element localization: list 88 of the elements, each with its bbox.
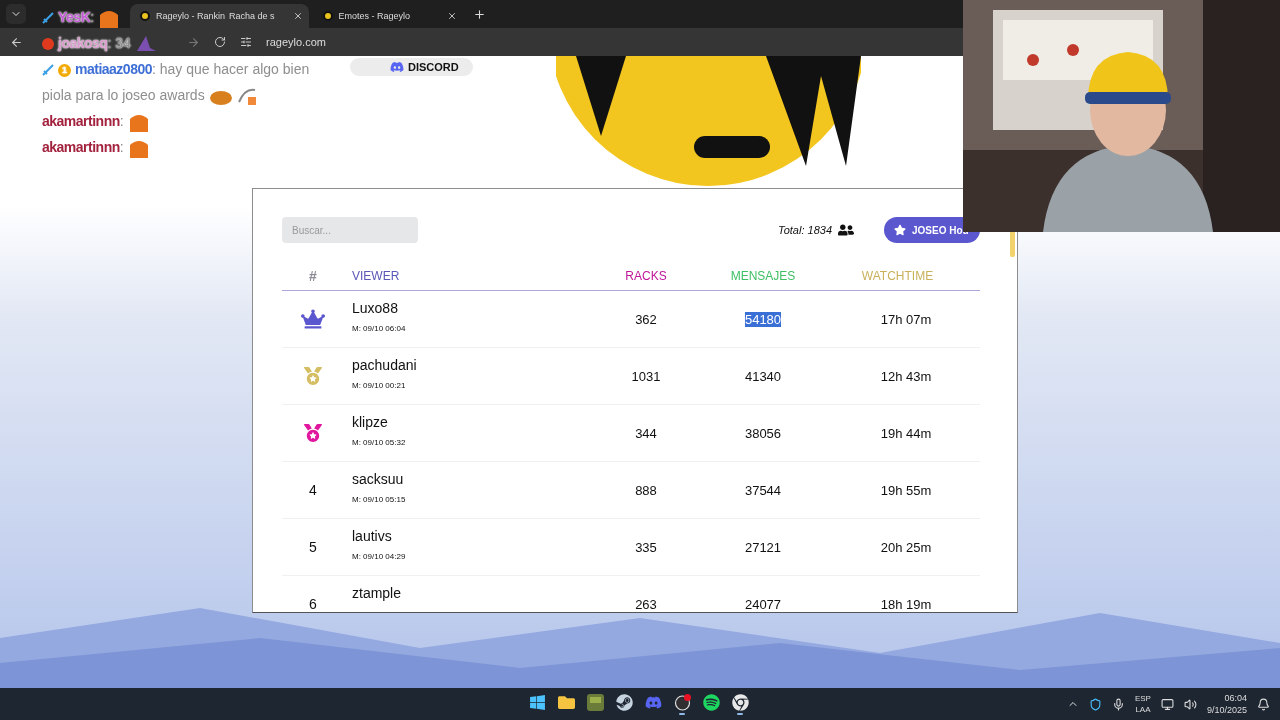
watchtime-value: 20h 25m [880, 539, 932, 555]
language-indicator[interactable]: ESP [1134, 693, 1151, 704]
users-icon [838, 222, 854, 238]
discord-label: DISCORD [408, 61, 459, 73]
close-icon[interactable] [292, 11, 303, 21]
browser-tab[interactable]: Emotes - Rageylo [312, 4, 463, 28]
rank-number: 6 [309, 596, 317, 612]
back-icon[interactable] [10, 35, 23, 49]
sword-icon [42, 12, 54, 25]
browser-tab[interactable]: Rageylo - Rankin Racha de s [130, 4, 309, 28]
chat-message: 1 matiaaz0800: hay que hacer algo bien piola para lo joseo awards [42, 56, 337, 108]
last-message-date: M: 09/10 06:04 [352, 324, 407, 333]
stop-icon [42, 38, 54, 51]
column-header: VIEWER [351, 268, 400, 283]
racks-value: 888 [635, 482, 657, 498]
racks-value: 362 [635, 311, 657, 327]
last-message-date: M: 09/10 05:32 [352, 438, 407, 447]
chat-message: YesK: [42, 4, 121, 30]
game-icon [586, 693, 604, 711]
messages-value: 27121 [744, 539, 782, 555]
chat-message: akamartinnn: [42, 134, 150, 160]
new-tab-icon[interactable] [472, 8, 486, 21]
racks-value: 1031 [631, 368, 661, 384]
racks-value: 344 [635, 425, 657, 441]
shield-icon[interactable] [1088, 697, 1102, 711]
clock-time[interactable]: 06:04 [1224, 692, 1247, 704]
running-indicator [737, 712, 743, 715]
chat-message: joakosq: 34 [42, 30, 157, 56]
search-field[interactable]: Buscar... [282, 217, 418, 243]
language-indicator[interactable]: LAA [1135, 704, 1151, 715]
steam-icon [615, 693, 633, 711]
column-header: RACKS [625, 268, 667, 283]
viewer-name: pachudani [352, 357, 418, 373]
last-message-date: M: 09/10 04:29 [352, 552, 407, 561]
discord-link[interactable]: DISCORD [350, 58, 473, 76]
messages-value: 41340 [744, 368, 782, 384]
last-message-date: M: 09/10 00:21 [352, 381, 407, 390]
total-count: Total: 1834 [777, 224, 832, 236]
windows-icon [528, 693, 546, 711]
site-info-icon[interactable] [240, 36, 252, 48]
address-bar[interactable]: rageylo.com [266, 36, 326, 48]
messages-value: 37544 [744, 482, 782, 498]
sword-icon [42, 64, 54, 77]
column-header: WATCHTIME [861, 268, 934, 283]
bow-emote-icon [236, 86, 257, 107]
record-icon [673, 693, 691, 711]
column-header: # [309, 267, 317, 284]
viewer-name: ztample [352, 585, 403, 601]
viewer-name: Luxo88 [352, 300, 399, 316]
tab-title: Emotes - Rageylo [338, 11, 411, 21]
favicon-icon [322, 11, 333, 21]
watchtime-value: 12h 43m [880, 368, 932, 384]
viewer-name: klipze [352, 414, 389, 430]
tab-list-button[interactable] [6, 4, 26, 24]
microphone-icon[interactable] [1111, 697, 1125, 711]
messages-value: 38056 [744, 425, 782, 441]
monitor-icon[interactable] [1160, 697, 1174, 711]
tab-title: Racha de s [229, 11, 275, 21]
watchtime-value: 18h 19m [880, 596, 932, 612]
reload-icon[interactable] [214, 36, 226, 48]
rank-number: 4 [309, 482, 317, 498]
column-header: MENSAJES [730, 268, 796, 283]
racks-value: 263 [635, 596, 657, 612]
messages-value: 54180 [744, 311, 782, 327]
discord-icon [390, 60, 404, 74]
watchtime-value: 19h 55m [880, 482, 932, 498]
taskbar-app[interactable] [729, 691, 751, 717]
watchtime-value: 19h 44m [880, 425, 932, 441]
rank-number: 5 [309, 539, 317, 555]
messages-value: 24077 [744, 596, 782, 612]
chat-message: akamartinnn: [42, 108, 150, 134]
spotify-icon [702, 693, 720, 711]
running-indicator [679, 712, 685, 715]
viewer-name: sacksuu [352, 471, 405, 487]
viewer-name: lautivs [352, 528, 393, 544]
volume-icon[interactable] [1183, 697, 1197, 711]
close-icon[interactable] [446, 11, 457, 21]
star-icon [894, 224, 906, 236]
watchtime-value: 17h 07m [880, 311, 932, 327]
chrome-icon [731, 693, 749, 711]
clock-date[interactable]: 9/10/2025 [1206, 704, 1247, 716]
last-message-date: M: 09/10 05:15 [352, 495, 407, 504]
forward-icon[interactable] [187, 35, 200, 49]
tab-title: Rageylo - Rankin [156, 11, 226, 21]
racks-value: 335 [635, 539, 657, 555]
notifications-icon[interactable] [1257, 697, 1270, 711]
favicon-icon [140, 11, 150, 21]
folder-icon [557, 693, 575, 711]
